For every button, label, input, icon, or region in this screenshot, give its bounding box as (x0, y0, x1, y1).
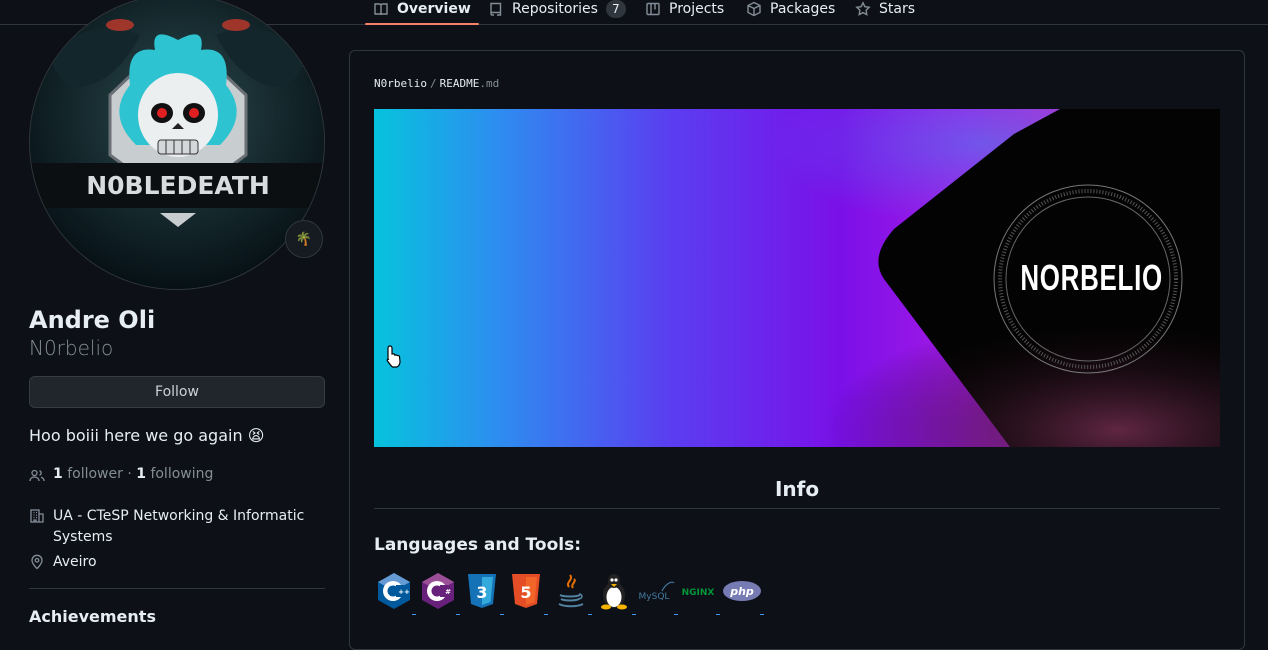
readme-card: N0rbelio / README.md NORBELIO Info Languag… (349, 50, 1245, 650)
tab-overview[interactable]: Overview (365, 0, 479, 25)
readme-banner-image[interactable]: NORBELIO (374, 109, 1220, 447)
repo-icon (490, 2, 502, 16)
profile-bio: Hoo boiii here we go again 😫 (29, 426, 265, 445)
tab-label: Overview (397, 1, 471, 17)
info-heading: Info (774, 477, 820, 501)
svg-text:#: # (445, 588, 451, 596)
avatar-logo-image (30, 0, 324, 289)
java-icon[interactable] (550, 571, 592, 615)
banner-title: NORBELIO (1020, 257, 1163, 298)
tab-projects[interactable]: Projects (645, 0, 724, 25)
svg-text:php: php (729, 585, 754, 598)
svg-text:5: 5 (520, 583, 531, 602)
organization-row: UA - CTeSP Networking & Informatic Syste… (29, 506, 325, 548)
tab-label: Stars (879, 1, 916, 17)
repo-count-badge: 7 (605, 0, 626, 18)
tab-label: Projects (669, 1, 725, 17)
mysql-icon[interactable]: MySQL (636, 571, 678, 615)
avatar-logo-text: N0BLEDEATH (86, 171, 270, 200)
tab-label: Packages (770, 1, 836, 17)
people-icon (29, 469, 45, 482)
achievements-heading[interactable]: Achievements (29, 607, 156, 626)
languages-heading: Languages and Tools: (374, 535, 581, 555)
profile-fullname: Andre Oli (29, 306, 156, 334)
follow-button[interactable]: Follow (29, 376, 325, 408)
svg-text:++: ++ (398, 588, 410, 596)
following-count[interactable]: 1 (136, 466, 146, 482)
svg-text:NGINX: NGINX (682, 588, 715, 598)
nginx-icon[interactable]: NGINX (678, 571, 720, 615)
followers-count[interactable]: 1 (53, 466, 63, 482)
palm-tree-icon: 🌴 (295, 231, 313, 247)
location-row: Aveiro (29, 552, 97, 573)
css3-icon[interactable]: 3 (462, 571, 504, 615)
php-icon[interactable]: php (722, 571, 764, 615)
tools-icon-row: ++ # 3 5 MySQL NGINX php (374, 571, 794, 615)
separator-dot: · (127, 466, 137, 482)
readme-path: N0rbelio / README.md (374, 77, 499, 90)
tab-label: Repositories (512, 1, 598, 17)
path-separator: / (429, 77, 437, 90)
svg-text:3: 3 (476, 583, 487, 602)
package-icon (747, 1, 761, 17)
location-text: Aveiro (53, 554, 97, 570)
readme-extension: .md (479, 77, 500, 90)
followers-link[interactable]: follower (67, 466, 123, 482)
html5-icon[interactable]: 5 (506, 571, 548, 615)
status-button[interactable]: 🌴 (285, 220, 323, 258)
svg-text:MySQL: MySQL (639, 592, 670, 602)
tab-stars[interactable]: Stars (855, 0, 915, 25)
profile-username: N0rbelio (29, 336, 114, 360)
book-icon (374, 3, 388, 16)
project-icon (646, 2, 660, 16)
star-icon (855, 1, 871, 16)
followers-row: 1 follower · 1 following (29, 466, 213, 484)
csharp-icon[interactable]: # (418, 571, 460, 615)
tab-repositories[interactable]: Repositories 7 (488, 0, 626, 25)
avatar[interactable]: N0BLEDEATH (29, 0, 325, 290)
location-icon (31, 554, 43, 570)
tab-packages[interactable]: Packages (746, 0, 835, 25)
organization-icon (30, 509, 44, 523)
organization-text: UA - CTeSP Networking & Informatic Syste… (53, 508, 305, 545)
hand-pointer-cursor-icon (386, 345, 401, 368)
linux-icon[interactable] (594, 571, 636, 615)
cplusplus-icon[interactable]: ++ (374, 571, 416, 615)
heading-rule (374, 508, 1220, 509)
following-link[interactable]: following (150, 466, 213, 482)
readme-owner-link[interactable]: N0rbelio (374, 77, 427, 90)
sidebar-divider (29, 588, 325, 589)
readme-filename[interactable]: README (440, 77, 480, 90)
